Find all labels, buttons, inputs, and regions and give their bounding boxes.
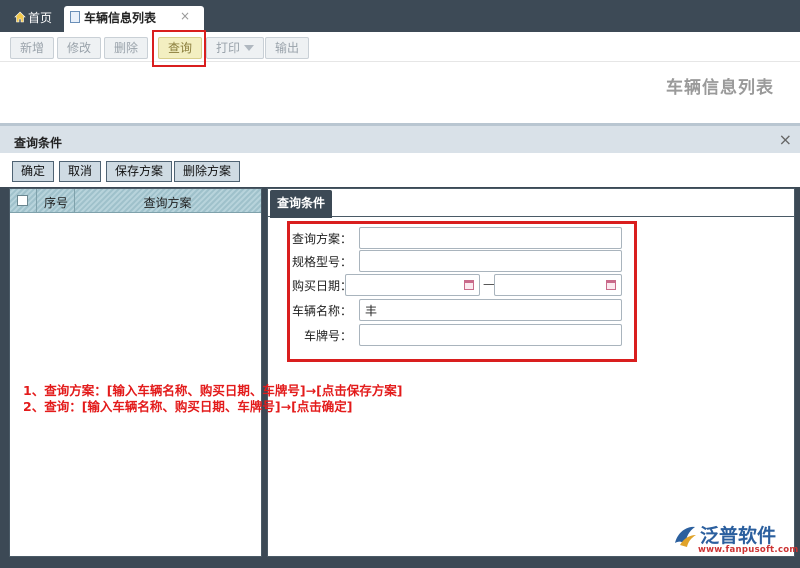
tab-home-label: 首页 — [28, 11, 53, 25]
save-plan-button[interactable]: 保存方案 — [106, 161, 173, 182]
edit-button[interactable]: 修改 — [57, 37, 102, 59]
tab-vehicle-list[interactable]: 车辆信息列表 × — [64, 6, 204, 32]
brand-logo-icon — [675, 526, 696, 547]
add-button[interactable]: 新增 — [10, 37, 55, 59]
grid-header: 序号 查询方案 — [10, 189, 261, 213]
confirm-button[interactable]: 确定 — [12, 161, 55, 182]
delete-plan-button[interactable]: 删除方案 — [174, 161, 241, 182]
column-header-index[interactable]: 序号 — [38, 194, 74, 211]
print-button[interactable]: 打印 — [206, 37, 265, 59]
form-tabstrip: 查询条件 — [268, 189, 794, 218]
brand-url: www.fanpusoft.com — [698, 545, 799, 555]
tab-home[interactable]: 首页 — [6, 6, 60, 32]
brand-logo-block: 泛普软件 www.fanpusoft.com — [672, 521, 798, 557]
dialog-header: 查询条件 × — [0, 123, 800, 153]
column-header-plan[interactable]: 查询方案 — [74, 194, 261, 211]
export-button[interactable]: 输出 — [265, 37, 310, 59]
close-icon[interactable]: × — [779, 130, 792, 149]
page-title: 车辆信息列表 — [666, 78, 774, 98]
instruction-note-2: 2、查询：[输入车辆名称、购买日期、车牌号]→[点击确定] — [23, 399, 353, 414]
chevron-down-icon — [244, 45, 255, 51]
tab-close-icon[interactable]: × — [180, 4, 190, 28]
dialog-toolbar: 确定 取消 保存方案 删除方案 — [0, 153, 800, 187]
home-icon — [14, 11, 26, 23]
select-all-checkbox[interactable] — [17, 195, 28, 206]
tab-vehicle-list-label: 车辆信息列表 — [84, 11, 157, 25]
document-icon — [70, 11, 80, 23]
tab-bar: 首页 车辆信息列表 × — [0, 0, 800, 32]
main-toolbar: 新增 修改 删除 查询 打印 输出 — [0, 32, 800, 62]
dialog-title: 查询条件 — [14, 136, 63, 150]
cancel-button[interactable]: 取消 — [59, 161, 102, 182]
brand-name: 泛普软件 — [700, 525, 777, 547]
delete-button[interactable]: 删除 — [104, 37, 149, 59]
form-highlight-box — [287, 221, 637, 362]
grid-divider — [36, 189, 37, 213]
tab-query-conditions[interactable]: 查询条件 — [270, 190, 332, 218]
query-highlight-box — [152, 30, 206, 67]
print-button-label: 打印 — [216, 41, 241, 55]
